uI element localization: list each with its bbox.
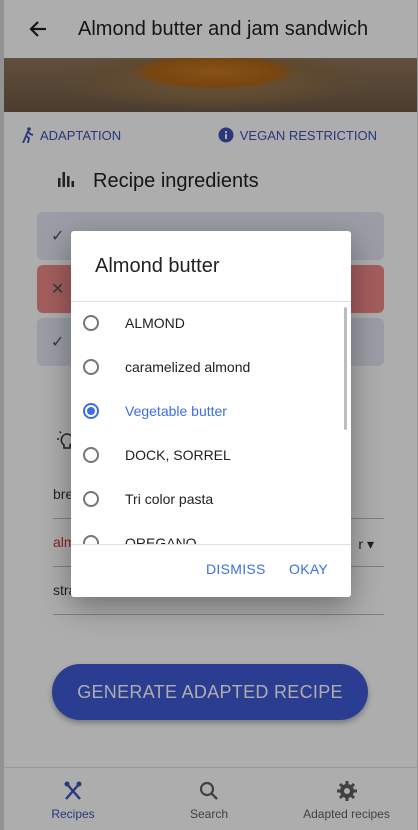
- dismiss-button[interactable]: DISMISS: [206, 561, 266, 577]
- substitute-dialog: Almond butter ALMOND caramelized almond …: [71, 231, 351, 597]
- option-dock-sorrel[interactable]: DOCK, SORREL: [71, 433, 341, 477]
- okay-button[interactable]: OKAY: [289, 561, 328, 577]
- option-label: OREGANO: [125, 535, 197, 544]
- option-label: DOCK, SORREL: [125, 447, 231, 463]
- dialog-actions: DISMISS OKAY: [71, 545, 351, 597]
- option-vegetable-butter[interactable]: Vegetable butter: [71, 389, 341, 433]
- option-oregano[interactable]: OREGANO: [71, 521, 341, 544]
- option-almond[interactable]: ALMOND: [71, 301, 341, 345]
- list-scrollbar[interactable]: [344, 307, 347, 430]
- radio-button[interactable]: [83, 315, 99, 331]
- radio-button[interactable]: [83, 491, 99, 507]
- radio-button[interactable]: [83, 447, 99, 463]
- option-label: Tri color pasta: [125, 491, 214, 507]
- option-label: Vegetable butter: [125, 403, 227, 419]
- option-label: ALMOND: [125, 315, 185, 331]
- option-tri-color-pasta[interactable]: Tri color pasta: [71, 477, 341, 521]
- option-label: caramelized almond: [125, 359, 251, 375]
- option-caramelized-almond[interactable]: caramelized almond: [71, 345, 341, 389]
- radio-button-selected[interactable]: [83, 403, 99, 419]
- option-list[interactable]: ALMOND caramelized almond Vegetable butt…: [71, 301, 351, 544]
- radio-button[interactable]: [83, 359, 99, 375]
- radio-button[interactable]: [83, 535, 99, 544]
- dialog-title: Almond butter: [95, 255, 220, 277]
